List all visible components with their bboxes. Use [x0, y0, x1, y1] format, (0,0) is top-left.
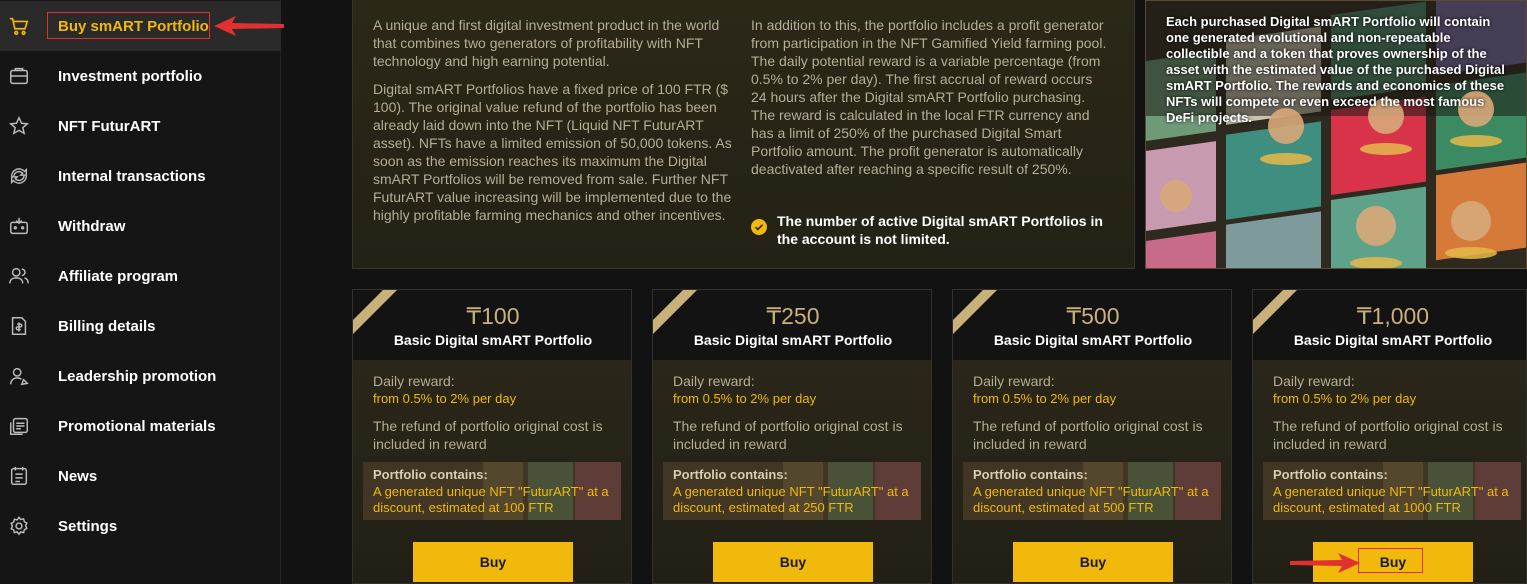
card-price: ₸1,000	[1356, 303, 1430, 329]
daily-reward-label: Daily reward:	[373, 373, 455, 389]
sidebar-item-label: Promotional materials	[58, 417, 216, 435]
gear-icon	[8, 515, 30, 537]
sidebar-item-label: NFT FuturART	[58, 117, 161, 135]
portfolio-card: ₸250 Basic Digital smART Portfolio Daily…	[652, 289, 932, 584]
portfolio-card: ₸500 Basic Digital smART Portfolio Daily…	[952, 289, 1232, 584]
users-icon	[8, 265, 30, 287]
sidebar: Buy smART Portfolio Investment portfolio…	[0, 0, 284, 584]
nft-preview-panel: Each purchased Digital smART Portfolio w…	[1145, 0, 1527, 269]
card-price: ₸250	[766, 303, 820, 329]
refresh-icon	[8, 165, 30, 187]
sidebar-item-label: News	[58, 467, 98, 485]
sidebar-item-investment-portfolio[interactable]: Investment portfolio	[0, 51, 281, 101]
arrow-annotation-icon	[1290, 553, 1360, 573]
buy-button[interactable]: Buy	[413, 542, 573, 582]
check-circle-icon	[751, 219, 767, 235]
card-body: Daily reward: from 0.5% to 2% per day Th…	[353, 360, 631, 583]
sidebar-item-leadership-promotion[interactable]: Leadership promotion	[0, 351, 281, 401]
briefcase-icon	[8, 65, 30, 87]
daily-reward-value: from 0.5% to 2% per day	[673, 391, 817, 406]
card-header: ₸1,000 Basic Digital smART Portfolio	[1253, 290, 1526, 360]
card-title: Basic Digital smART Portfolio	[693, 332, 893, 348]
leader-icon	[8, 365, 30, 387]
news-icon	[8, 465, 30, 487]
portfolio-contains-text: A generated unique NFT "FuturART" at a d…	[973, 484, 1209, 515]
info-column-left: A unique and first digital investment pr…	[373, 16, 733, 234]
daily-reward-label: Daily reward:	[673, 373, 755, 389]
portfolio-contains-text: A generated unique NFT "FuturART" at a d…	[1273, 484, 1509, 515]
sidebar-item-label: Billing details	[58, 317, 156, 335]
unlimited-note-text: The number of active Digital smART Portf…	[777, 213, 1103, 247]
card-header: ₸500 Basic Digital smART Portfolio	[953, 290, 1231, 360]
sidebar-item-affiliate-program[interactable]: Affiliate program	[0, 251, 281, 301]
daily-reward-value: from 0.5% to 2% per day	[373, 391, 517, 406]
portfolio-contains-box: Portfolio contains: A generated unique N…	[1263, 462, 1521, 520]
daily-reward-value: from 0.5% to 2% per day	[973, 391, 1117, 406]
card-title: Basic Digital smART Portfolio	[1293, 332, 1493, 348]
daily-reward-label: Daily reward:	[973, 373, 1055, 389]
materials-icon	[8, 415, 30, 437]
sidebar-item-label: Investment portfolio	[58, 67, 203, 85]
info-column-right: In addition to this, the portfolio inclu…	[751, 16, 1111, 188]
sidebar-item-label: Affiliate program	[58, 267, 179, 285]
refund-note: The refund of portfolio original cost is…	[973, 418, 1203, 452]
sidebar-item-news[interactable]: News	[0, 451, 281, 501]
sidebar-item-label: Leadership promotion	[58, 367, 217, 385]
card-title: Basic Digital smART Portfolio	[393, 332, 593, 348]
portfolio-contains-box: Portfolio contains: A generated unique N…	[363, 462, 621, 520]
highlight-box	[47, 12, 210, 39]
card-header: ₸100 Basic Digital smART Portfolio	[353, 290, 631, 360]
nft-description: Each purchased Digital smART Portfolio w…	[1166, 14, 1505, 125]
refund-note: The refund of portfolio original cost is…	[1273, 418, 1503, 452]
card-price: ₸100	[466, 303, 520, 329]
portfolio-contains-label: Portfolio contains:	[373, 467, 488, 482]
portfolio-contains-box: Portfolio contains: A generated unique N…	[963, 462, 1221, 520]
card-header: ₸250 Basic Digital smART Portfolio	[653, 290, 931, 360]
star-icon	[8, 115, 30, 137]
portfolio-contains-text: A generated unique NFT "FuturART" at a d…	[673, 484, 909, 515]
portfolio-contains-label: Portfolio contains:	[673, 467, 788, 482]
daily-reward-value: from 0.5% to 2% per day	[1273, 391, 1417, 406]
info-paragraph: A unique and first digital investment pr…	[373, 17, 720, 69]
card-body: Daily reward: from 0.5% to 2% per day Th…	[953, 360, 1231, 583]
sidebar-item-billing-details[interactable]: Billing details	[0, 301, 281, 351]
portfolio-contains-label: Portfolio contains:	[1273, 467, 1388, 482]
info-paragraph: Digital smART Portfolios have a fixed pr…	[373, 81, 732, 223]
card-body: Daily reward: from 0.5% to 2% per day Th…	[653, 360, 931, 583]
portfolio-contains-label: Portfolio contains:	[973, 467, 1088, 482]
unlimited-note: The number of active Digital smART Portf…	[751, 212, 1121, 248]
cart-icon	[8, 15, 30, 37]
sidebar-item-label: Internal transactions	[58, 167, 206, 185]
sidebar-item-label: Withdraw	[58, 217, 126, 235]
portfolio-card: ₸100 Basic Digital smART Portfolio Daily…	[352, 289, 632, 584]
card-title: Basic Digital smART Portfolio	[993, 332, 1193, 348]
portfolio-contains-box: Portfolio contains: A generated unique N…	[663, 462, 921, 520]
info-panel: A unique and first digital investment pr…	[352, 0, 1135, 269]
buy-button[interactable]: Buy	[713, 542, 873, 582]
sidebar-item-internal-transactions[interactable]: Internal transactions	[0, 151, 281, 201]
sidebar-item-label: Settings	[58, 517, 118, 535]
buy-highlight-box	[1358, 548, 1423, 573]
portfolio-contains-text: A generated unique NFT "FuturART" at a d…	[373, 484, 609, 515]
sidebar-item-nft-futurart[interactable]: NFT FuturART	[0, 101, 281, 151]
invoice-icon	[8, 315, 30, 337]
refund-note: The refund of portfolio original cost is…	[673, 418, 903, 452]
wallet-icon	[8, 215, 30, 237]
daily-reward-label: Daily reward:	[1273, 373, 1355, 389]
info-paragraph: In addition to this, the portfolio inclu…	[751, 17, 1107, 177]
sidebar-item-withdraw[interactable]: Withdraw	[0, 201, 281, 251]
portfolio-card: ₸1,000 Basic Digital smART Portfolio Dai…	[1252, 289, 1527, 584]
sidebar-item-promotional-materials[interactable]: Promotional materials	[0, 401, 281, 451]
arrow-annotation-icon	[214, 16, 284, 36]
refund-note: The refund of portfolio original cost is…	[373, 418, 603, 452]
sidebar-item-settings[interactable]: Settings	[0, 501, 281, 551]
buy-button[interactable]: Buy	[1013, 542, 1173, 582]
card-price: ₸500	[1066, 303, 1120, 329]
